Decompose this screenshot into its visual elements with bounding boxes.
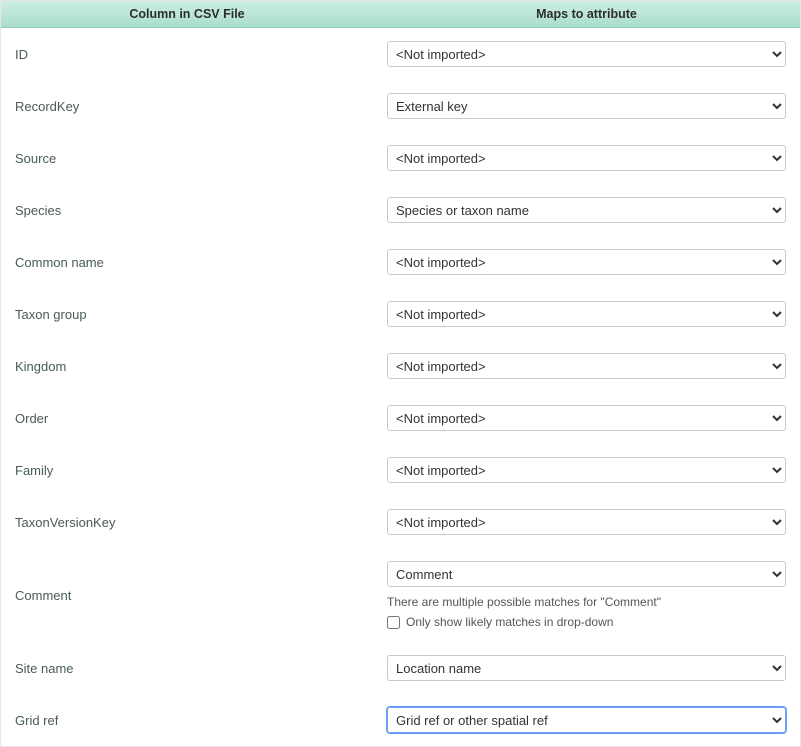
attribute-select[interactable]: Grid ref or other spatial ref bbox=[387, 707, 786, 733]
only-likely-matches-row[interactable]: Only show likely matches in drop-down bbox=[387, 615, 786, 629]
attribute-select[interactable]: <Not imported> bbox=[387, 41, 786, 67]
mapping-table: Column in CSV File Maps to attribute ID <… bbox=[1, 1, 800, 746]
attribute-cell: <Not imported> bbox=[373, 444, 800, 496]
attribute-select[interactable]: <Not imported> bbox=[387, 301, 786, 327]
table-row: Species Species or taxon name bbox=[1, 184, 800, 236]
attribute-select[interactable]: <Not imported> bbox=[387, 457, 786, 483]
attribute-select[interactable]: Location name bbox=[387, 655, 786, 681]
attribute-select[interactable]: Species or taxon name bbox=[387, 197, 786, 223]
csv-column-label: Common name bbox=[1, 236, 373, 288]
attribute-cell: <Not imported> bbox=[373, 496, 800, 548]
attribute-cell: <Not imported> bbox=[373, 288, 800, 340]
attribute-select[interactable]: <Not imported> bbox=[387, 249, 786, 275]
csv-column-label: TaxonVersionKey bbox=[1, 496, 373, 548]
attribute-select[interactable]: <Not imported> bbox=[387, 353, 786, 379]
only-likely-matches-label: Only show likely matches in drop-down bbox=[406, 615, 613, 629]
header-maps-to: Maps to attribute bbox=[373, 1, 800, 28]
csv-column-label: Species bbox=[1, 184, 373, 236]
attribute-cell: Location name bbox=[373, 642, 800, 694]
attribute-select[interactable]: <Not imported> bbox=[387, 509, 786, 535]
attribute-select[interactable]: <Not imported> bbox=[387, 405, 786, 431]
table-row: Order <Not imported> bbox=[1, 392, 800, 444]
only-likely-matches-checkbox[interactable] bbox=[387, 616, 400, 629]
header-column-csv: Column in CSV File bbox=[1, 1, 373, 28]
csv-column-label: Family bbox=[1, 444, 373, 496]
attribute-cell: <Not imported> bbox=[373, 236, 800, 288]
attribute-cell: Comment There are multiple possible match… bbox=[373, 548, 800, 642]
csv-column-label: RecordKey bbox=[1, 80, 373, 132]
table-row: ID <Not imported> bbox=[1, 28, 800, 81]
table-row: Taxon group <Not imported> bbox=[1, 288, 800, 340]
table-row: Family <Not imported> bbox=[1, 444, 800, 496]
attribute-select[interactable]: <Not imported> bbox=[387, 145, 786, 171]
attribute-cell: Species or taxon name bbox=[373, 184, 800, 236]
csv-column-label: ID bbox=[1, 28, 373, 81]
table-row: Comment Comment There are multiple possibl… bbox=[1, 548, 800, 642]
attribute-cell: <Not imported> bbox=[373, 132, 800, 184]
table-row: Common name <Not imported> bbox=[1, 236, 800, 288]
csv-column-label: Order bbox=[1, 392, 373, 444]
attribute-cell: <Not imported> bbox=[373, 340, 800, 392]
attribute-cell: <Not imported> bbox=[373, 28, 800, 81]
table-row: TaxonVersionKey <Not imported> bbox=[1, 496, 800, 548]
table-row: Grid ref Grid ref or other spatial ref bbox=[1, 694, 800, 746]
attribute-cell: Grid ref or other spatial ref bbox=[373, 694, 800, 746]
table-row: Site name Location name bbox=[1, 642, 800, 694]
attribute-cell: External key bbox=[373, 80, 800, 132]
csv-column-label: Kingdom bbox=[1, 340, 373, 392]
csv-column-label: Taxon group bbox=[1, 288, 373, 340]
table-row: Source <Not imported> bbox=[1, 132, 800, 184]
csv-column-label: Site name bbox=[1, 642, 373, 694]
attribute-cell: <Not imported> bbox=[373, 392, 800, 444]
attribute-select[interactable]: Comment bbox=[387, 561, 786, 587]
csv-column-label: Source bbox=[1, 132, 373, 184]
attribute-select[interactable]: External key bbox=[387, 93, 786, 119]
table-row: RecordKey External key bbox=[1, 80, 800, 132]
table-row: Kingdom <Not imported> bbox=[1, 340, 800, 392]
csv-column-label: Grid ref bbox=[1, 694, 373, 746]
mapping-panel: Column in CSV File Maps to attribute ID <… bbox=[0, 0, 801, 747]
csv-column-label: Comment bbox=[1, 548, 373, 642]
multiple-matches-note: There are multiple possible matches for … bbox=[387, 595, 786, 609]
